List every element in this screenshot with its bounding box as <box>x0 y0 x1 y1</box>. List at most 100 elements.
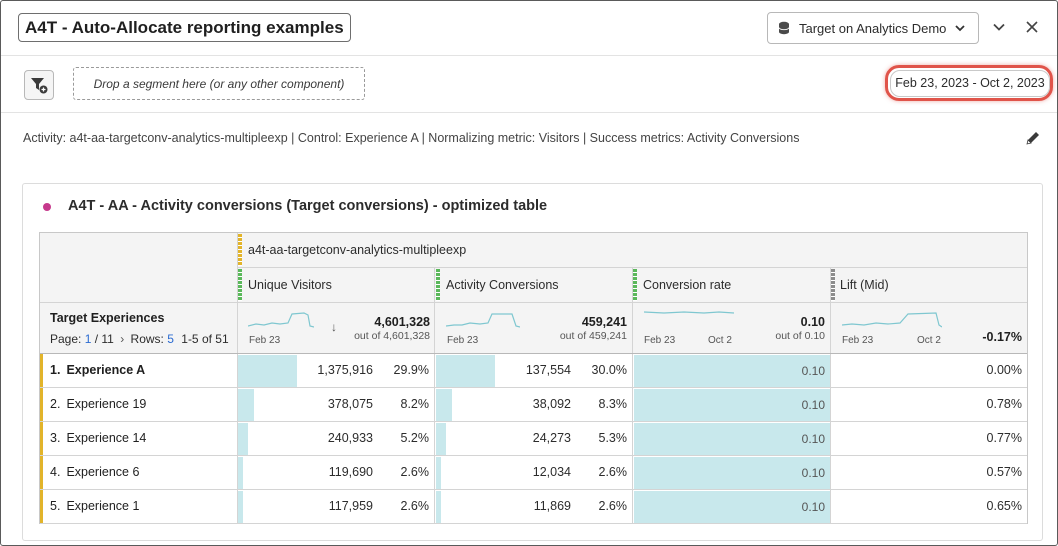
cell-activity-conversions-pct: 2.6% <box>598 465 628 479</box>
row-number: 4. <box>50 465 61 479</box>
add-segment-filter-icon <box>31 78 48 94</box>
grid-line <box>40 302 1027 303</box>
sparkline-lift <box>842 312 942 328</box>
grid-line <box>434 268 435 523</box>
column-header-conversion-rate[interactable]: Conversion rate <box>643 278 731 292</box>
cell-unique-visitors: 117,959 <box>328 499 373 513</box>
collapse-chevron-icon[interactable] <box>992 20 1006 34</box>
cell-lift: 0.57% <box>986 465 1022 479</box>
table-row-label[interactable]: 3. Experience 14 <box>50 431 146 445</box>
cell-conversion-rate: 0.10 <box>801 398 825 412</box>
row-divider <box>40 523 1027 524</box>
header-divider <box>1 55 1057 56</box>
cell-activity-conversions: 11,869 <box>533 499 571 513</box>
cell-conversion-rate: 0.10 <box>801 432 825 446</box>
segment-divider <box>1 112 1057 113</box>
metric-color-bar <box>633 269 637 301</box>
column-header-lift[interactable]: Lift (Mid) <box>840 278 889 292</box>
sparkline-conversion-rate <box>644 311 734 314</box>
cell-lift: 0.00% <box>986 363 1022 377</box>
cell-lift: 0.65% <box>986 499 1022 513</box>
sparkline-activity-conversions <box>446 313 520 328</box>
cell-unique-visitors-pct: 8.2% <box>400 397 430 411</box>
cell-unique-visitors-pct: 29.9% <box>393 363 429 377</box>
row-number: 5. <box>50 499 61 513</box>
dimension-header-label[interactable]: Target Experiences <box>50 311 164 325</box>
row-divider <box>40 387 1027 388</box>
table-row-label[interactable]: 2. Experience 19 <box>50 397 146 411</box>
row-segment-stripe <box>40 388 43 422</box>
page-label: Page: <box>50 332 82 346</box>
cell-activity-conversions-pct: 5.3% <box>598 431 628 445</box>
cell-unique-visitors: 119,690 <box>328 465 373 479</box>
cell-unique-visitors-pct: 2.6% <box>400 499 430 513</box>
chevron-down-icon <box>955 25 965 32</box>
cell-activity-conversions: 12,034 <box>532 465 571 479</box>
total-conversion-rate-sub: out of 0.10 <box>775 330 825 342</box>
panel-status-dot <box>43 203 51 211</box>
cell-unique-visitors: 240,933 <box>327 431 373 445</box>
add-segment-button[interactable] <box>24 70 54 100</box>
cell-activity-conversions: 24,273 <box>532 431 571 445</box>
sparkline-start-label: Feb 23 <box>447 335 479 346</box>
page-total: / 11 <box>94 332 114 346</box>
cell-unique-visitors-pct: 5.2% <box>400 431 430 445</box>
row-segment-stripe <box>40 490 43 524</box>
edit-pencil-icon[interactable] <box>1024 129 1042 147</box>
row-divider <box>40 421 1027 422</box>
page-number[interactable]: 1 <box>85 332 92 346</box>
report-suite-dropdown[interactable]: Target on Analytics Demo <box>767 12 979 44</box>
segment-header-label[interactable]: a4t-aa-targetconv-analytics-multipleexp <box>248 243 466 257</box>
row-number: 1. <box>50 363 61 377</box>
cell-lift: 0.78% <box>986 397 1022 411</box>
next-page-icon[interactable]: › <box>120 332 124 346</box>
grid-line <box>40 353 1027 354</box>
row-segment-stripe <box>40 354 43 388</box>
grid-line <box>632 268 633 523</box>
experience-name: Experience A <box>66 363 146 377</box>
column-header-activity-conversions[interactable]: Activity Conversions <box>446 278 559 292</box>
date-range-picker[interactable]: Feb 23, 2023 - Oct 2, 2023 <box>890 70 1050 97</box>
table-row-label[interactable]: 1. Experience A <box>50 363 145 377</box>
sparkline-start-label: Feb 23 <box>249 335 281 346</box>
database-icon <box>778 21 790 35</box>
grid-line <box>237 267 1027 268</box>
row-range: 1-5 of 51 <box>181 332 229 346</box>
cell-lift: 0.77% <box>986 431 1022 445</box>
row-divider <box>40 489 1027 490</box>
row-segment-stripe <box>40 456 43 490</box>
total-conversion-rate: 0.10 <box>800 315 825 329</box>
panel-title[interactable]: A4T - AA - Activity conversions (Target … <box>68 198 547 214</box>
total-unique-visitors: 4,601,328 <box>374 315 430 329</box>
cell-activity-conversions-pct: 8.3% <box>598 397 628 411</box>
total-unique-visitors-sub: out of 4,601,328 <box>354 330 430 342</box>
row-number: 2. <box>50 397 61 411</box>
cell-conversion-rate: 0.10 <box>801 364 825 378</box>
table-row-label[interactable]: 5. Experience 1 <box>50 499 139 513</box>
sparkline-unique-visitors <box>248 312 314 328</box>
experience-name: Experience 1 <box>66 499 140 513</box>
metric-color-bar <box>436 269 440 301</box>
rows-per-page[interactable]: 5 <box>167 332 174 346</box>
cell-activity-conversions-pct: 30.0% <box>591 363 627 377</box>
rows-label: Rows: <box>130 332 164 346</box>
experience-name: Experience 6 <box>66 465 140 479</box>
total-activity-conversions: 459,241 <box>581 315 627 329</box>
metric-color-bar <box>238 269 242 301</box>
report-suite-label: Target on Analytics Demo <box>799 20 947 36</box>
column-header-unique-visitors[interactable]: Unique Visitors <box>248 278 332 292</box>
table-pager: Page: 1 / 11 › Rows: 5 1-5 of 51 <box>50 332 229 346</box>
close-icon[interactable] <box>1025 20 1039 34</box>
cell-conversion-rate: 0.10 <box>801 500 825 514</box>
cell-unique-visitors: 1,375,916 <box>317 363 373 377</box>
total-activity-conversions-sub: out of 459,241 <box>559 330 627 342</box>
sparkline-start-label: Feb 23 <box>644 335 676 346</box>
experience-name: Experience 19 <box>66 397 147 411</box>
cell-unique-visitors: 378,075 <box>327 397 373 411</box>
row-number: 3. <box>50 431 61 445</box>
experience-name: Experience 14 <box>66 431 147 445</box>
segment-drop-zone[interactable]: Drop a segment here (or any other compon… <box>73 67 365 100</box>
grid-line <box>830 268 831 523</box>
table-row-label[interactable]: 4. Experience 6 <box>50 465 139 479</box>
project-title[interactable]: A4T - Auto-Allocate reporting examples <box>18 13 351 42</box>
